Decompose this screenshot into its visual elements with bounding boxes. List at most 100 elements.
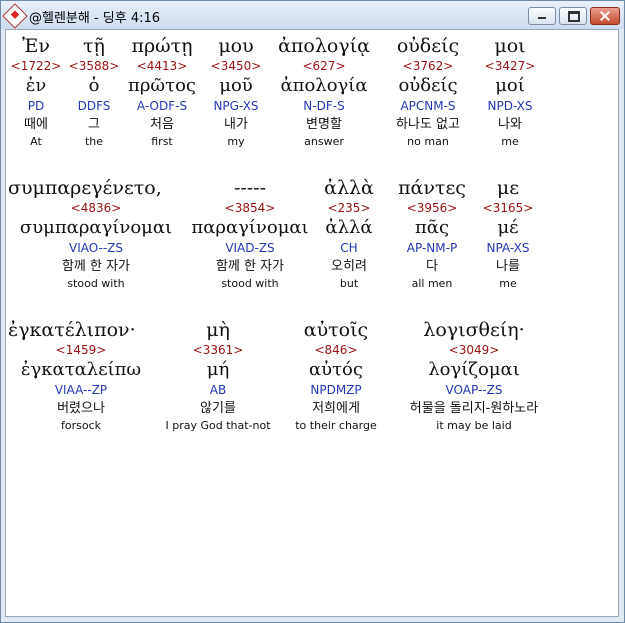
greek-word: αὐτοῖς: [303, 319, 369, 341]
korean-gloss: 처음: [150, 117, 174, 132]
app-icon: [2, 3, 28, 29]
korean-gloss: 하나도 없고: [396, 117, 460, 132]
greek-word: μου: [218, 35, 254, 57]
english-gloss: no man: [407, 135, 449, 148]
korean-gloss: 그: [88, 117, 100, 132]
korean-gloss: 다: [426, 259, 438, 274]
korean-gloss: 때에: [24, 117, 48, 132]
greek-word: πάντες: [398, 177, 466, 199]
lemma: ἀλλά: [325, 217, 373, 238]
lemma: πᾶς: [414, 217, 450, 238]
english-gloss: it may be laid: [436, 419, 512, 432]
korean-gloss: 않기를: [200, 401, 236, 416]
korean-gloss: 내가: [224, 117, 248, 132]
parse-code: VIAA--ZP: [54, 383, 108, 397]
lemma: ὁ: [88, 75, 100, 96]
greek-word: τῇ: [83, 35, 105, 57]
parse-code: VIAD-ZS: [225, 241, 275, 255]
greek-word: λογισθείη·: [423, 319, 525, 341]
parse-code: NPDMZP: [310, 383, 362, 397]
parse-code: NPD-XS: [487, 99, 533, 113]
parse-code: NPG-XS: [213, 99, 259, 113]
strong-number: <3588>: [68, 59, 120, 73]
strong-number: <3049>: [448, 343, 500, 357]
parse-code: AP-NM-P: [406, 241, 458, 255]
lemma: πρῶτος: [128, 75, 196, 96]
korean-gloss: 오히려: [331, 259, 367, 274]
lemma: μέ: [497, 217, 519, 238]
strong-number: <846>: [314, 343, 358, 357]
korean-gloss: 변명할: [306, 117, 342, 132]
parse-code: APCNM-S: [400, 99, 456, 113]
korean-gloss: 나와: [498, 117, 522, 132]
strong-number: <3854>: [224, 201, 276, 215]
korean-gloss: 함께 한 자가: [215, 259, 285, 274]
lemma: λογίζομαι: [428, 359, 520, 380]
parsed-text-view[interactable]: Ἐν <1722> ἐν PD 때에 At τῇ <3588> ὁ DDFS 그…: [5, 29, 619, 617]
english-gloss: me: [501, 135, 519, 148]
strong-number: <1722>: [10, 59, 62, 73]
parse-code: A-ODF-S: [136, 99, 188, 113]
korean-gloss: 버렸으나: [57, 401, 105, 416]
strong-number: <3450>: [210, 59, 262, 73]
english-gloss: first: [151, 135, 173, 148]
strong-number: <3762>: [402, 59, 454, 73]
strong-number: <3165>: [482, 201, 534, 215]
greek-word: οὐδείς: [396, 35, 460, 57]
strong-number: <627>: [302, 59, 346, 73]
app-window: @헬렌분해 - 딩후 4:16 Ἐν <1722> ἐν PD 때에 At τῇ…: [0, 0, 625, 623]
strong-number: <4836>: [70, 201, 122, 215]
english-gloss: to their charge: [295, 419, 377, 432]
lemma: ἐν: [25, 75, 47, 96]
parse-code: VIAO--ZS: [68, 241, 124, 255]
lemma: αὐτός: [309, 359, 363, 380]
lemma: μοῦ: [219, 75, 253, 96]
strong-number: <1459>: [55, 343, 107, 357]
english-gloss: my: [227, 135, 245, 148]
close-button[interactable]: [590, 7, 620, 25]
strong-number: <235>: [327, 201, 371, 215]
english-gloss: At: [30, 135, 42, 148]
lemma: συμπαραγίνομαι: [19, 217, 173, 238]
greek-word: μοι: [494, 35, 526, 57]
english-gloss: forsock: [60, 419, 101, 432]
maximize-button[interactable]: [559, 7, 587, 25]
parse-code: N-DF-S: [303, 99, 345, 113]
lemma: οὐδείς: [398, 75, 458, 96]
lemma: ἐγκαταλείπω: [20, 359, 142, 380]
minimize-button[interactable]: [528, 7, 556, 25]
parse-code: DDFS: [77, 99, 111, 113]
parse-code: NPA-XS: [486, 241, 530, 255]
korean-gloss: 나를: [496, 259, 520, 274]
lemma: ἀπολογία: [280, 75, 368, 96]
greek-word: ἐγκατέλιπον·: [8, 319, 136, 341]
english-gloss: stood with: [67, 277, 125, 290]
english-gloss: the: [84, 135, 104, 148]
korean-gloss: 허물을 돌리지-원하노라: [409, 401, 539, 416]
parse-code: CH: [340, 241, 358, 255]
greek-word: ἀπολογίᾳ: [278, 35, 370, 57]
greek-word: συμπαρεγένετο,: [8, 177, 162, 199]
english-gloss: me: [499, 277, 517, 290]
greek-word: -----: [233, 177, 267, 199]
title-bar[interactable]: @헬렌분해 - 딩후 4:16: [1, 1, 624, 29]
english-gloss: all men: [411, 277, 453, 290]
parse-code: PD: [27, 99, 45, 113]
greek-word: ἀλλὰ: [324, 177, 374, 199]
strong-number: <3427>: [484, 59, 536, 73]
greek-word: Ἐν: [22, 35, 50, 57]
greek-word: μὴ: [206, 319, 230, 341]
strong-number: <3956>: [406, 201, 458, 215]
english-gloss: but: [339, 277, 359, 290]
parse-code: VOAP--ZS: [445, 383, 503, 397]
strong-number: <3361>: [192, 343, 244, 357]
parse-code: AB: [209, 383, 227, 397]
korean-gloss: 함께 한 자가: [61, 259, 131, 274]
window-title: @헬렌분해 - 딩후 4:16: [29, 11, 161, 26]
english-gloss: stood with: [221, 277, 279, 290]
korean-gloss: 저희에게: [312, 401, 360, 416]
english-gloss: answer: [304, 135, 344, 148]
greek-word: με: [496, 177, 520, 199]
english-gloss: I pray God that-not: [165, 419, 271, 432]
strong-number: <4413>: [136, 59, 188, 73]
